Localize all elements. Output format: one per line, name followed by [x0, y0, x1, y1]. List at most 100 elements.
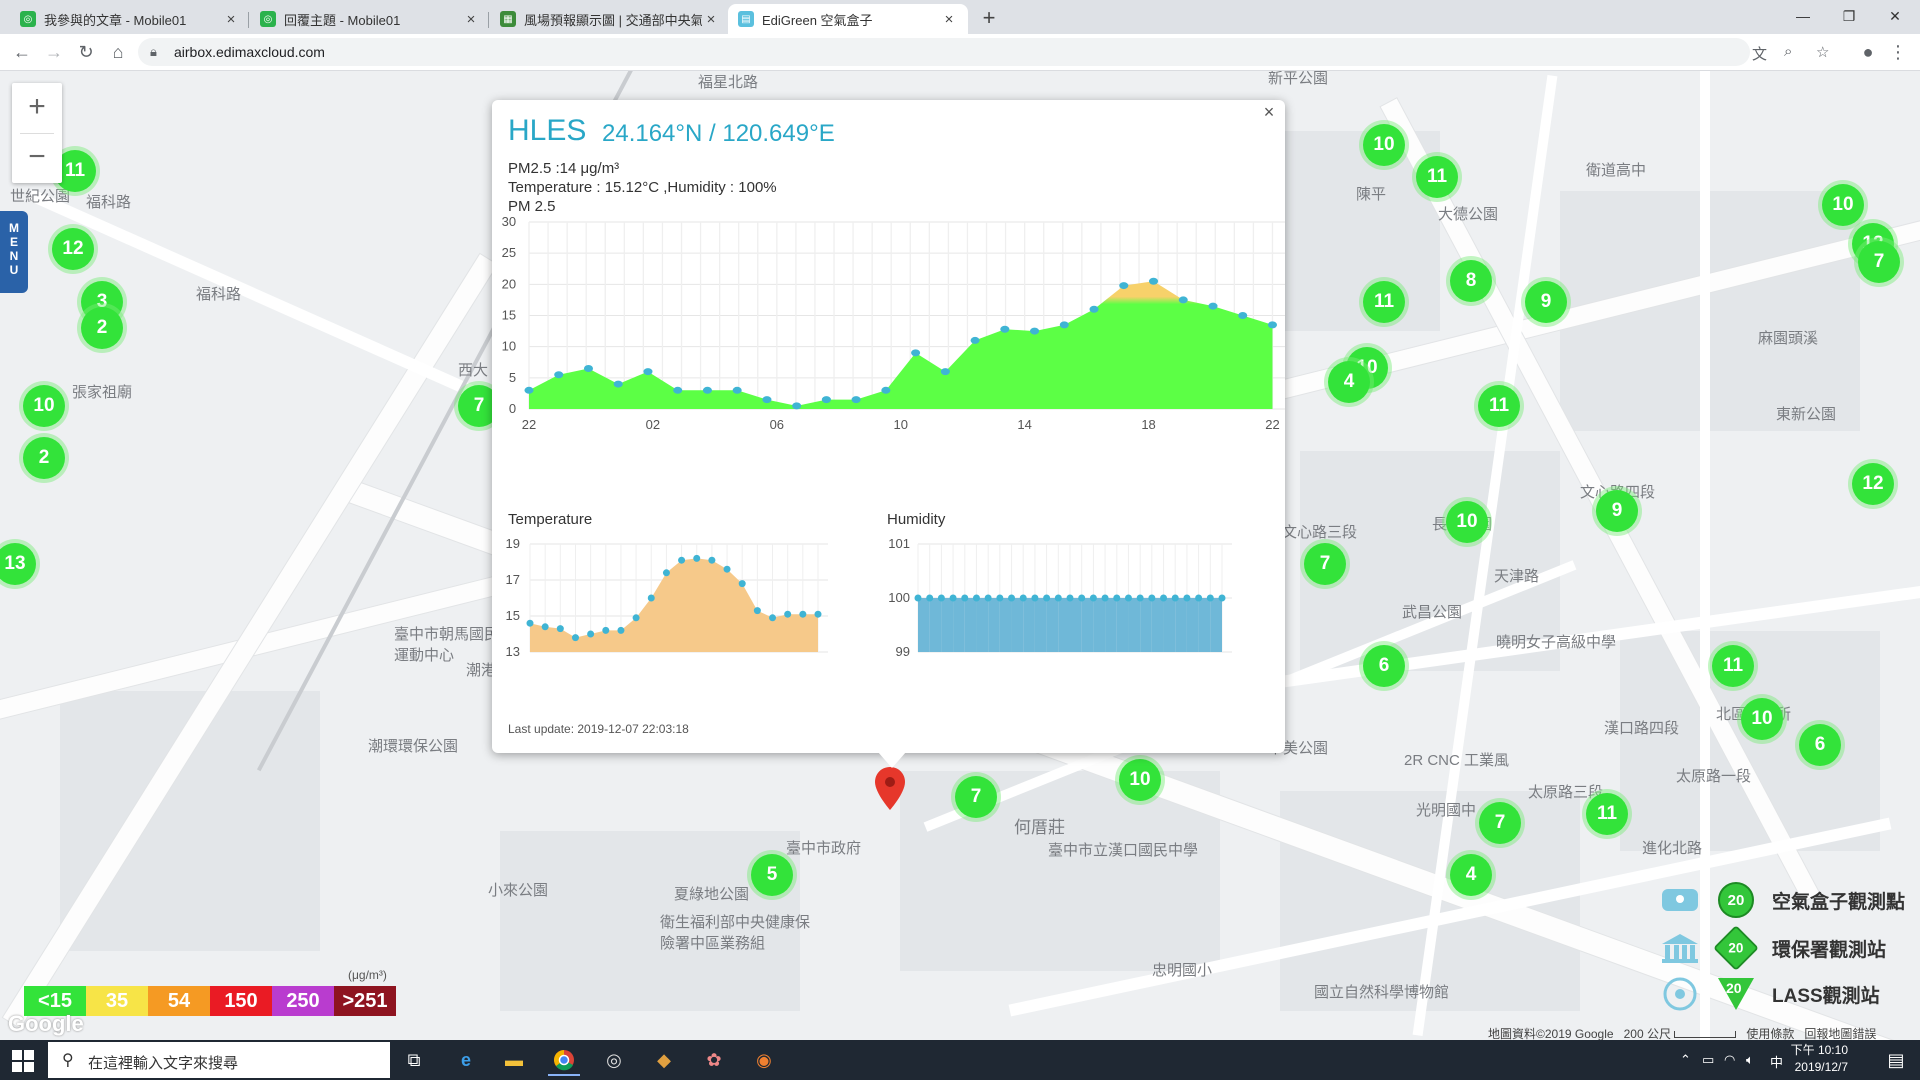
station-cluster[interactable]: 7 [1479, 802, 1521, 844]
y-tick-label: 101 [888, 536, 910, 551]
bookmark-star-icon[interactable]: ☆ [1816, 43, 1829, 61]
station-count-badge: 20 [1718, 978, 1754, 1010]
notification-icon[interactable]: ▤ [1880, 1046, 1912, 1074]
data-point [1148, 594, 1156, 602]
legend-item: 54 [148, 986, 210, 1016]
data-point [678, 556, 686, 564]
more-menu-icon[interactable]: ⋮ [1886, 40, 1910, 64]
app-icon-paint[interactable]: ✿ [698, 1046, 730, 1074]
station-cluster[interactable]: 10 [1741, 698, 1783, 740]
y-tick-label: 10 [502, 339, 516, 354]
taskbar-search-box[interactable]: ⚲ 在這裡輸入文字來搜尋 [48, 1042, 390, 1078]
popup-close-button[interactable]: × [1259, 102, 1279, 123]
data-point [821, 396, 831, 404]
url-text[interactable]: airbox.edimaxcloud.com [174, 44, 325, 60]
home-icon[interactable]: ⌂ [106, 40, 130, 64]
battery-icon[interactable]: ▭ [1702, 1052, 1714, 1068]
data-point [1183, 594, 1191, 602]
station-type-epa[interactable]: 20 環保署觀測站 [1660, 925, 1886, 971]
tab-close-icon[interactable]: × [702, 11, 720, 28]
data-point [1008, 594, 1016, 602]
data-point [617, 626, 625, 634]
station-cluster[interactable]: 6 [1363, 645, 1405, 687]
tab-mobile01-articles[interactable]: ◎ 我參與的文章 - Mobile01 × [10, 4, 250, 34]
station-cluster[interactable]: 10 [1446, 501, 1488, 543]
file-explorer-icon[interactable]: ▬ [498, 1046, 530, 1074]
humidity-bar [999, 598, 1012, 652]
task-view-icon[interactable]: ⧉ [398, 1046, 430, 1074]
google-logo[interactable]: Google [8, 1011, 84, 1037]
station-cluster[interactable]: 8 [1450, 260, 1492, 302]
report-error-link[interactable]: 回報地圖錯誤 [1804, 1027, 1876, 1040]
tab-close-icon[interactable]: × [222, 11, 240, 28]
tab-weather-bureau[interactable]: ▦ 風場預報顯示圖 | 交通部中央氣象局 × [490, 4, 730, 34]
station-type-lass[interactable]: 20 LASS觀測站 [1660, 974, 1880, 1014]
minimize-icon[interactable]: — [1780, 4, 1826, 28]
station-cluster[interactable]: 7 [1304, 543, 1346, 585]
profile-icon[interactable]: ● [1856, 40, 1880, 64]
station-cluster[interactable]: 11 [1416, 156, 1458, 198]
app-icon-media[interactable]: ◉ [748, 1046, 780, 1074]
station-cluster[interactable]: 6 [1799, 724, 1841, 766]
terms-link[interactable]: 使用條款 [1746, 1027, 1794, 1040]
station-cluster[interactable]: 2 [23, 437, 65, 479]
tab-close-icon[interactable]: × [462, 11, 480, 28]
station-cluster[interactable]: 10 [1119, 759, 1161, 801]
menu-label: MENU [9, 221, 19, 277]
zoom-out-button[interactable]: − [12, 133, 62, 183]
x-tick-label: 06 [770, 417, 784, 432]
y-tick-label: 15 [506, 608, 520, 623]
station-cluster[interactable]: 4 [1328, 361, 1370, 403]
map-label: 大德公園 [1438, 206, 1499, 223]
station-cluster[interactable]: 13 [0, 543, 36, 585]
chrome-icon[interactable] [548, 1046, 580, 1076]
station-cluster[interactable]: 9 [1596, 490, 1638, 532]
tab-close-icon[interactable]: × [940, 11, 958, 28]
station-info-popup: × HLES 24.164°N / 120.649°E PM2.5 :14 μg… [492, 100, 1285, 753]
tray-overflow-icon[interactable]: ⌃ [1680, 1052, 1691, 1068]
station-cluster[interactable]: 5 [751, 854, 793, 896]
station-cluster[interactable]: 10 [23, 385, 65, 427]
edge-browser-icon[interactable]: e [450, 1046, 482, 1074]
station-cluster[interactable]: 4 [1450, 854, 1492, 896]
tab-mobile01-reply[interactable]: ◎ 回覆主題 - Mobile01 × [250, 4, 490, 34]
x-tick-label: 22 [522, 417, 536, 432]
forward-arrow-icon[interactable]: → [42, 40, 66, 64]
station-cluster[interactable]: 10 [1822, 184, 1864, 226]
map-canvas[interactable]: 福星北路 新平公園 陳平 大德公園 衛道高中 世紀公園 福科路 張家祖廟 西大 … [0, 71, 1920, 1040]
zoom-icon[interactable]: ⌕ [1784, 43, 1792, 60]
station-cluster[interactable]: 10 [1363, 124, 1405, 166]
station-cluster[interactable]: 11 [1478, 385, 1520, 427]
station-cluster[interactable]: 11 [1363, 281, 1405, 323]
station-cluster[interactable]: 11 [1712, 645, 1754, 687]
address-bar[interactable]: 🔒︎ airbox.edimaxcloud.com 文 ⌕ ☆ [138, 38, 1829, 66]
app-icon-fox[interactable]: ◆ [648, 1046, 680, 1074]
map-scale-label[interactable]: 200 公尺 [1624, 1027, 1671, 1040]
station-cluster[interactable]: 7 [1858, 241, 1900, 283]
new-tab-button[interactable]: + [976, 6, 1002, 32]
station-cluster[interactable]: 2 [81, 307, 123, 349]
data-point [1178, 296, 1188, 304]
windows-start-icon[interactable] [12, 1050, 34, 1072]
location-pin-icon[interactable] [874, 767, 906, 811]
reload-icon[interactable]: ↻ [74, 40, 98, 64]
zoom-in-button[interactable]: + [12, 83, 62, 133]
back-arrow-icon[interactable]: ← [10, 40, 34, 64]
y-tick-label: 0 [509, 401, 516, 416]
station-cluster[interactable]: 11 [1586, 793, 1628, 835]
system-clock[interactable]: 下午 10:10 2019/12/7 [1748, 1042, 1848, 1076]
legend-item: >251 [334, 986, 396, 1016]
station-cluster[interactable]: 7 [955, 776, 997, 818]
tab-edigreen-airbox[interactable]: ▤ EdiGreen 空氣盒子 × [728, 4, 968, 34]
menu-toggle-button[interactable]: MENU [0, 211, 28, 293]
wifi-icon[interactable]: ◠ [1724, 1052, 1735, 1068]
station-type-airbox[interactable]: 20 空氣盒子觀測點 [1660, 880, 1905, 920]
station-cluster[interactable]: 12 [1852, 463, 1894, 505]
data-point [643, 368, 653, 376]
translate-icon[interactable]: 文 [1752, 43, 1767, 64]
station-cluster[interactable]: 12 [52, 228, 94, 270]
station-cluster[interactable]: 9 [1525, 281, 1567, 323]
window-close-icon[interactable]: ✕ [1872, 4, 1918, 28]
app-icon-disc[interactable]: ◎ [598, 1046, 630, 1074]
restore-icon[interactable]: ❐ [1826, 4, 1872, 28]
